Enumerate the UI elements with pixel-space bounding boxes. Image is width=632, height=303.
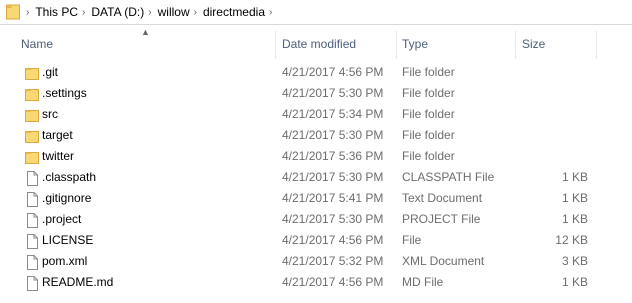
list-item[interactable]: LICENSE 4/21/2017 4:56 PM File 12 KB xyxy=(0,230,632,251)
chevron-right-icon[interactable]: › xyxy=(78,7,91,18)
folder-icon xyxy=(24,107,40,123)
folder-icon xyxy=(24,65,40,81)
list-item[interactable]: .git 4/21/2017 4:56 PM File folder xyxy=(0,62,632,83)
file-type: File xyxy=(402,233,422,247)
file-icon xyxy=(24,254,40,270)
file-date: 4/21/2017 4:56 PM xyxy=(282,275,384,289)
file-date: 4/21/2017 5:30 PM xyxy=(282,86,384,100)
file-name: .classpath xyxy=(42,170,97,184)
file-type: File folder xyxy=(402,149,455,163)
chevron-right-icon: › xyxy=(26,6,30,18)
column-header-date[interactable]: Date modified xyxy=(282,37,356,51)
file-type: XML Document xyxy=(402,254,485,268)
breadcrumb-willow[interactable]: willow xyxy=(158,5,190,19)
column-divider[interactable] xyxy=(396,31,397,59)
file-date: 4/21/2017 5:30 PM xyxy=(282,170,384,184)
file-name: .settings xyxy=(42,86,87,100)
column-divider[interactable] xyxy=(596,31,597,59)
column-header: ▲ Name Date modified Type Size xyxy=(0,25,632,63)
file-size: 1 KB xyxy=(561,212,588,226)
file-type: File folder xyxy=(402,128,455,142)
file-size: 3 KB xyxy=(561,254,588,268)
chevron-right-icon[interactable]: › xyxy=(265,7,278,18)
file-icon xyxy=(24,212,40,228)
list-item[interactable]: .settings 4/21/2017 5:30 PM File folder xyxy=(0,83,632,104)
file-size: 12 KB xyxy=(555,233,588,247)
file-icon xyxy=(24,191,40,207)
file-type: File folder xyxy=(402,86,455,100)
file-type: Text Document xyxy=(402,191,483,205)
list-item[interactable]: .gitignore 4/21/2017 5:41 PM Text Docume… xyxy=(0,188,632,209)
breadcrumb-directmedia[interactable]: directmedia xyxy=(203,5,265,19)
list-item[interactable]: src 4/21/2017 5:34 PM File folder xyxy=(0,104,632,125)
file-date: 4/21/2017 5:32 PM xyxy=(282,254,384,268)
folder-icon xyxy=(6,4,20,20)
list-item[interactable]: .project 4/21/2017 5:30 PM PROJECT File … xyxy=(0,209,632,230)
file-icon xyxy=(24,275,40,291)
list-item[interactable]: twitter 4/21/2017 5:36 PM File folder xyxy=(0,146,632,167)
file-icon xyxy=(24,170,40,186)
file-name: LICENSE xyxy=(42,233,94,247)
column-header-type[interactable]: Type xyxy=(402,37,428,51)
file-date: 4/21/2017 5:30 PM xyxy=(282,128,384,142)
list-item[interactable]: target 4/21/2017 5:30 PM File folder xyxy=(0,125,632,146)
folder-icon xyxy=(24,86,40,102)
file-list: .git 4/21/2017 4:56 PM File folder .sett… xyxy=(0,62,632,293)
list-item[interactable]: pom.xml 4/21/2017 5:32 PM XML Document 3… xyxy=(0,251,632,272)
file-size: 1 KB xyxy=(561,191,588,205)
file-name: .git xyxy=(42,65,59,79)
file-name: .gitignore xyxy=(42,191,92,205)
address-bar[interactable]: › This PC › DATA (D:) › willow › directm… xyxy=(0,0,632,25)
file-date: 4/21/2017 5:41 PM xyxy=(282,191,384,205)
file-type: File folder xyxy=(402,65,455,79)
file-date: 4/21/2017 5:36 PM xyxy=(282,149,384,163)
column-header-size[interactable]: Size xyxy=(522,37,545,51)
list-item[interactable]: README.md 4/21/2017 4:56 PM MD File 1 KB xyxy=(0,272,632,293)
file-name: target xyxy=(42,128,73,142)
file-type: CLASSPATH File xyxy=(402,170,495,184)
column-divider[interactable] xyxy=(275,31,276,59)
breadcrumb-this-pc[interactable]: This PC xyxy=(35,5,78,19)
file-icon xyxy=(24,233,40,249)
file-name: src xyxy=(42,107,58,121)
file-type: File folder xyxy=(402,107,455,121)
file-date: 4/21/2017 5:34 PM xyxy=(282,107,384,121)
chevron-right-icon[interactable]: › xyxy=(190,7,203,18)
list-item[interactable]: .classpath 4/21/2017 5:30 PM CLASSPATH F… xyxy=(0,167,632,188)
file-type: MD File xyxy=(402,275,444,289)
folder-icon xyxy=(24,128,40,144)
folder-icon xyxy=(24,149,40,165)
column-header-name[interactable]: Name xyxy=(21,37,53,51)
file-name: .project xyxy=(42,212,82,226)
file-size: 1 KB xyxy=(561,170,588,184)
file-name: pom.xml xyxy=(42,254,88,268)
breadcrumb-data-drive[interactable]: DATA (D:) xyxy=(91,5,144,19)
file-date: 4/21/2017 4:56 PM xyxy=(282,233,384,247)
file-name: twitter xyxy=(42,149,75,163)
breadcrumb: › This PC › DATA (D:) › willow › directm… xyxy=(26,0,278,24)
chevron-right-icon[interactable]: › xyxy=(144,7,157,18)
file-type: PROJECT File xyxy=(402,212,481,226)
file-date: 4/21/2017 4:56 PM xyxy=(282,65,384,79)
file-name: README.md xyxy=(42,275,114,289)
sort-ascending-icon: ▲ xyxy=(141,27,150,37)
file-date: 4/21/2017 5:30 PM xyxy=(282,212,384,226)
file-size: 1 KB xyxy=(561,275,588,289)
column-divider[interactable] xyxy=(515,31,516,59)
